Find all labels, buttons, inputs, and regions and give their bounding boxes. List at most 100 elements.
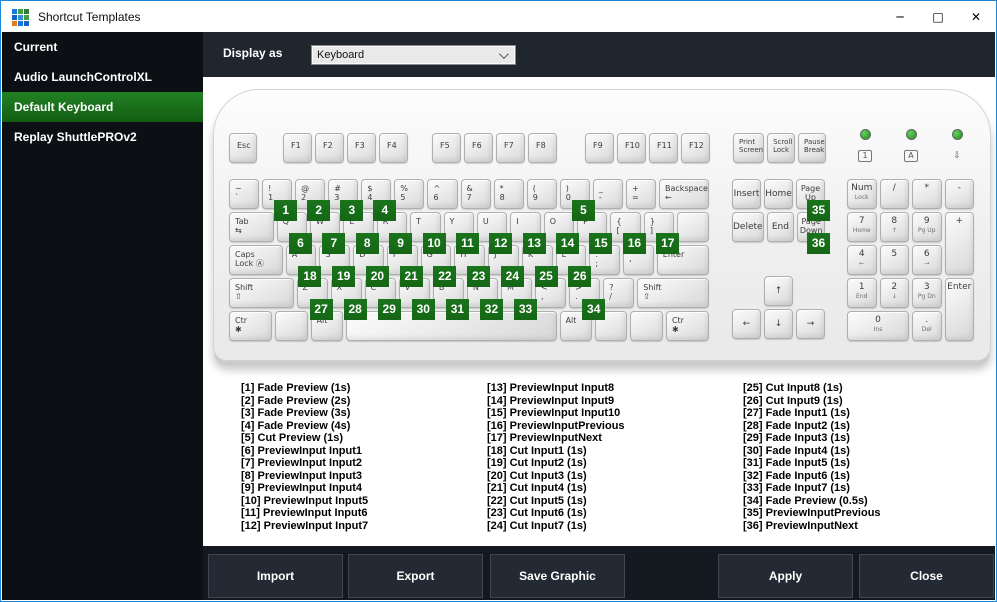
key-blank[interactable]: % 5 xyxy=(394,179,425,209)
key-label: F1 xyxy=(291,141,301,150)
legend-item: [17] PreviewInputNext xyxy=(487,432,602,444)
key-f2[interactable]: F2 xyxy=(315,133,344,163)
key-arrow-right[interactable]: → xyxy=(796,309,825,339)
key-f11[interactable]: F11 xyxy=(649,133,678,163)
key-8[interactable]: 8 ↑ xyxy=(879,212,909,242)
key-f10[interactable]: F10 xyxy=(617,133,646,163)
sidebar-item-current[interactable]: Current xyxy=(2,32,203,62)
key-label: Backspace xyxy=(665,184,708,193)
apply-button[interactable]: Apply xyxy=(718,554,853,598)
key-4[interactable]: 4 ← xyxy=(847,245,877,275)
key-arrow-left[interactable]: ← xyxy=(732,309,761,339)
key-y[interactable]: Y 11 xyxy=(443,212,479,254)
key-blank[interactable]: _ - xyxy=(592,179,623,209)
key-f6[interactable]: F6 xyxy=(464,133,493,163)
key-blank[interactable]: + xyxy=(944,212,974,275)
key-9[interactable]: 9 Pg Up xyxy=(912,212,942,242)
key-blank[interactable]: $4 4 xyxy=(361,179,397,221)
key-f8[interactable]: F8 xyxy=(528,133,557,163)
key-0[interactable]: 0 Ins xyxy=(847,311,909,341)
key-blank[interactable]: - xyxy=(944,179,974,209)
export-button[interactable]: Export xyxy=(348,554,483,598)
key-t[interactable]: T 10 xyxy=(410,212,446,254)
key-i[interactable]: I 13 xyxy=(510,212,546,254)
key-blank[interactable]: @2 2 xyxy=(295,179,331,221)
key-f5[interactable]: F5 xyxy=(432,133,461,163)
legend-item: [25] Cut Input8 (1s) xyxy=(743,382,843,394)
key-blank[interactable]: (9 xyxy=(526,179,557,209)
key-insert[interactable]: Insert xyxy=(732,179,761,209)
key-left-shift[interactable]: Shift ⇧ xyxy=(229,278,294,308)
key-5[interactable]: 5 xyxy=(879,245,909,275)
save-graphic-button[interactable]: Save Graphic xyxy=(490,554,625,598)
key-blank[interactable]: . Del xyxy=(912,311,942,341)
minimize-button[interactable]: ─ xyxy=(881,2,919,32)
key-right-ctrl[interactable]: Ctr ✱ xyxy=(665,311,710,341)
key-end[interactable]: End xyxy=(766,212,795,242)
key-tab[interactable]: Tab ⇆ xyxy=(229,212,274,242)
maximize-button[interactable]: □ xyxy=(919,2,957,32)
key-3[interactable]: 3 Pg Dn xyxy=(912,278,942,308)
key-blank[interactable]: / xyxy=(879,179,909,209)
sidebar-item-audio-launchcontrolxl[interactable]: Audio LaunchControlXL xyxy=(2,62,203,92)
key-blank[interactable] xyxy=(630,311,663,341)
key-delete[interactable]: Delete xyxy=(732,212,764,242)
close-button[interactable]: Close xyxy=(859,554,994,598)
key-f9[interactable]: F9 xyxy=(585,133,614,163)
key-blank[interactable]: & 7 xyxy=(460,179,491,209)
shortcut-badge-36: 36 xyxy=(807,233,831,254)
key-f1[interactable]: F1 xyxy=(283,133,312,163)
key-sublabel: ' xyxy=(629,259,632,268)
key-print[interactable]: Print Screen xyxy=(733,133,765,163)
key-blank[interactable]: * 8 xyxy=(493,179,524,209)
key-blank[interactable]: {[16 xyxy=(610,212,646,254)
key-blank[interactable]: + = xyxy=(625,179,657,209)
key-label: 8 xyxy=(891,216,898,226)
shortcut-badge-28: 28 xyxy=(343,299,367,320)
key-right-shift[interactable]: Shift ⇧ xyxy=(637,278,710,308)
key-6[interactable]: 6 → xyxy=(912,245,942,275)
key-numpad-enter[interactable]: Enter xyxy=(944,278,974,341)
key-page-up[interactable]: Page Up 35 xyxy=(796,179,830,221)
legend-item: [28] Fade Input2 (1s) xyxy=(743,419,850,432)
display-as-select[interactable]: Keyboard xyxy=(311,45,516,65)
key-blank[interactable]: * xyxy=(912,179,942,209)
key-blank[interactable] xyxy=(275,311,308,341)
key-blank[interactable]: ^ 6 xyxy=(427,179,458,209)
key-blank[interactable]: #3 3 xyxy=(328,179,364,221)
key-blank[interactable]: }] 17 xyxy=(643,212,680,254)
shortcut-badge-20: 20 xyxy=(365,266,389,287)
key-esc[interactable]: Esc xyxy=(229,133,257,163)
key-label: } xyxy=(649,217,655,226)
key-f3[interactable]: F3 xyxy=(347,133,376,163)
key-pause[interactable]: Pause Break xyxy=(798,133,827,163)
sidebar-item-default-keyboard[interactable]: Default Keyboard xyxy=(2,92,203,122)
key-blank[interactable]: ? / xyxy=(603,278,635,308)
key-u[interactable]: U 12 xyxy=(476,212,513,254)
key-f7[interactable]: F7 xyxy=(496,133,525,163)
key-scroll[interactable]: Scroll Lock xyxy=(767,133,796,163)
close-button[interactable]: ✕ xyxy=(957,2,995,32)
key-2[interactable]: 2 ↓ xyxy=(879,278,909,308)
key-enter-top[interactable] xyxy=(677,212,710,242)
key-1[interactable]: 1 End xyxy=(847,278,877,308)
key-sublabel: ` xyxy=(235,193,239,202)
key-arrow-up[interactable]: ↑ xyxy=(764,276,793,306)
key-f4[interactable]: F4 xyxy=(379,133,408,163)
key-backspace[interactable]: Backspace ← xyxy=(659,179,709,209)
key-f12[interactable]: F12 xyxy=(681,133,710,163)
sidebar-item-replay-shuttleprov2[interactable]: Replay ShuttlePROv2 xyxy=(2,122,203,152)
key-o[interactable]: O 14 xyxy=(543,212,580,254)
key-arrow-down[interactable]: ↓ xyxy=(764,309,793,339)
shortcut-badge-22: 22 xyxy=(433,266,457,287)
key-caps-lock[interactable]: Caps Lock Ⓐ xyxy=(229,245,283,275)
key-blank[interactable]: ! 1 1 xyxy=(262,179,298,221)
key-7[interactable]: 7 Home xyxy=(847,212,877,242)
footer-bar: Import Export Save Graphic Apply Close xyxy=(203,546,995,600)
key-blank[interactable]: ) 0 5 xyxy=(559,179,595,221)
key-blank[interactable]: ~ ` xyxy=(229,179,260,209)
key-left-ctrl[interactable]: Ctr ✱ xyxy=(229,311,273,341)
import-button[interactable]: Import xyxy=(208,554,343,598)
key-home[interactable]: Home xyxy=(764,179,793,209)
key-num-lock[interactable]: Num Lock xyxy=(847,179,877,209)
